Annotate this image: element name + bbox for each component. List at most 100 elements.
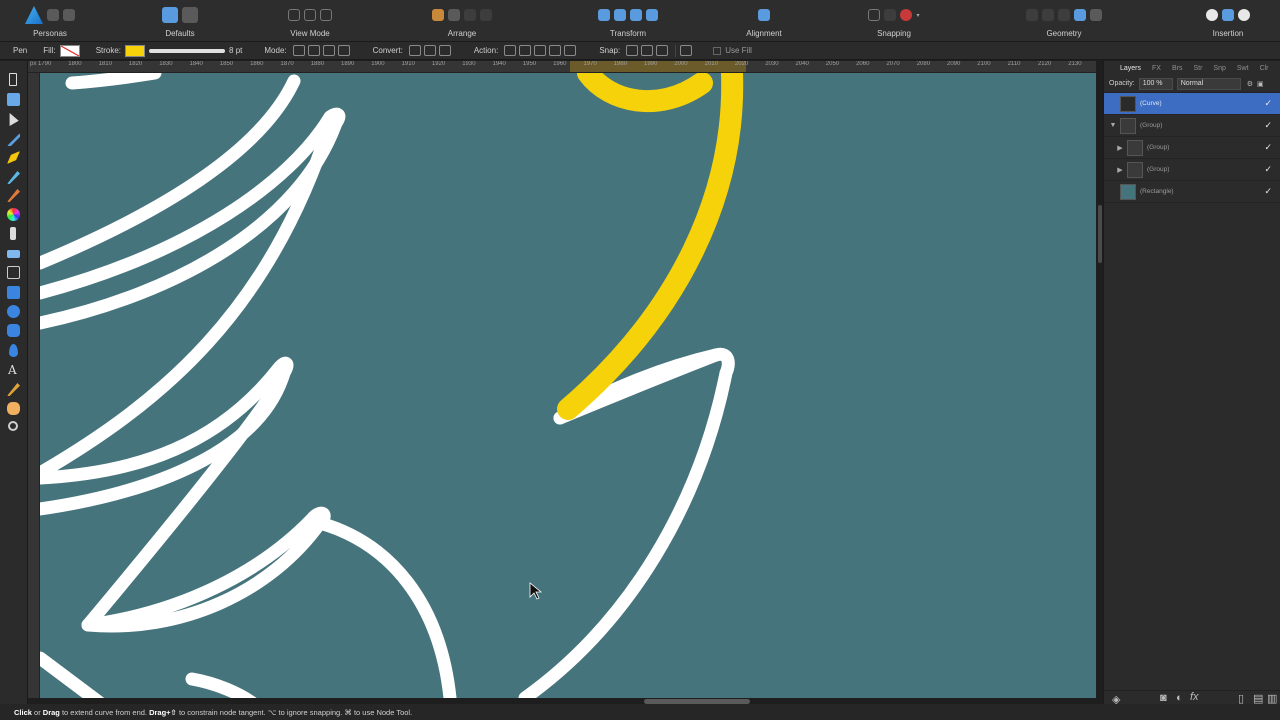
vertical-scrollbar[interactable]: [1098, 205, 1102, 263]
rotate-left-icon[interactable]: [630, 9, 642, 21]
shape-tool-icon[interactable]: [9, 344, 18, 357]
stroke-swatch[interactable]: [125, 44, 146, 57]
pen-mode-icon[interactable]: [292, 45, 305, 56]
transparency-tool-icon[interactable]: [10, 227, 16, 240]
geometry-xor-icon[interactable]: [1074, 9, 1086, 21]
visibility-checkbox[interactable]: ✓: [1264, 186, 1272, 197]
line-mode-icon[interactable]: [337, 45, 350, 56]
white-stroke-leaf-lower[interactable]: [81, 506, 331, 633]
expand-chevron-right-icon[interactable]: ▶: [1116, 166, 1124, 174]
view-mode-wireframe-icon[interactable]: [304, 9, 316, 21]
use-fill-control[interactable]: Use Fill: [713, 46, 752, 55]
synchronize-defaults-icon[interactable]: [162, 7, 178, 23]
tab-color[interactable]: Clr: [1260, 65, 1269, 72]
zoom-tool-icon[interactable]: [8, 421, 18, 431]
fill-tool-icon[interactable]: [7, 208, 20, 221]
snap-bracket-icon[interactable]: [626, 45, 639, 56]
snapping-magnet-icon[interactable]: [900, 9, 913, 21]
tab-swatches[interactable]: Swt: [1237, 65, 1249, 72]
layer-row-subgroup[interactable]: ▶ (Group) ✓: [1104, 159, 1280, 181]
document-canvas[interactable]: [40, 73, 1096, 698]
horizontal-ruler[interactable]: px 1790 1800 1810 1820 1830 1840 1850 1860 1870 1…: [28, 61, 1096, 73]
ellipse-tool-icon[interactable]: [7, 305, 20, 318]
rounded-rectangle-tool-icon[interactable]: [7, 324, 20, 337]
tab-fx[interactable]: FX: [1152, 65, 1161, 72]
crop-tool-icon[interactable]: [7, 266, 20, 279]
white-stroke-top[interactable]: [65, 73, 162, 90]
move-forward-one-icon[interactable]: [464, 9, 476, 21]
tab-layers[interactable]: Layers: [1120, 65, 1141, 72]
snapping-grid-icon[interactable]: [868, 9, 881, 21]
point-transform-tool-icon[interactable]: [7, 133, 20, 146]
action-close-icon[interactable]: [519, 45, 532, 56]
place-image-tool-icon[interactable]: [7, 250, 20, 258]
layer-lock-icon[interactable]: ▣: [1257, 80, 1264, 88]
expand-chevron-right-icon[interactable]: ▶: [1116, 144, 1124, 152]
fx-icon[interactable]: fx: [1190, 691, 1199, 703]
adjustment-icon[interactable]: ◐: [1176, 692, 1183, 704]
blend-mode-select[interactable]: Normal: [1176, 77, 1241, 90]
rectangle-tool-icon[interactable]: [7, 286, 20, 299]
pen-tool-icon[interactable]: [7, 151, 20, 164]
convert-smart-icon[interactable]: [438, 45, 451, 56]
vertical-ruler[interactable]: [28, 73, 40, 698]
stroke-width-value[interactable]: 8 pt: [229, 46, 242, 55]
snap-tangent-icon[interactable]: [656, 45, 669, 56]
color-picker-tool-icon[interactable]: [7, 383, 20, 396]
flip-vertical-icon[interactable]: [614, 9, 626, 21]
geometry-intersect-icon[interactable]: [1058, 9, 1070, 21]
snap-curve-icon[interactable]: [641, 45, 654, 56]
white-stroke-bottom-left-2[interactable]: [185, 672, 257, 698]
artistic-text-tool-icon[interactable]: A: [8, 363, 21, 377]
stroke-width-slider[interactable]: [149, 48, 226, 53]
yellow-curve-top[interactable]: [577, 73, 713, 113]
layer-settings-gear-icon[interactable]: ⚙: [1247, 80, 1253, 88]
move-to-front-icon[interactable]: [480, 9, 492, 21]
white-stroke-leaf-right[interactable]: [518, 347, 735, 698]
move-back-one-icon[interactable]: [448, 9, 460, 21]
tab-stroke[interactable]: Str: [1193, 65, 1202, 72]
artboard-tool-icon[interactable]: [7, 93, 20, 106]
vector-brush-tool-icon[interactable]: [7, 189, 20, 202]
layer-row-subgroup[interactable]: ▶ (Group) ✓: [1104, 137, 1280, 159]
move-tool-icon[interactable]: [9, 73, 17, 86]
layer-row-rectangle[interactable]: (Rectangle) ✓: [1104, 181, 1280, 203]
geometry-add-icon[interactable]: [1026, 9, 1038, 21]
fill-swatch[interactable]: [59, 44, 80, 57]
snap-angle-icon[interactable]: [680, 45, 693, 56]
tab-brushes[interactable]: Brs: [1172, 65, 1183, 72]
action-reverse-icon[interactable]: [564, 45, 577, 56]
expand-chevron-down-icon[interactable]: ▼: [1109, 122, 1117, 129]
designer-persona-icon[interactable]: [25, 6, 43, 24]
node-tool-icon[interactable]: [9, 113, 19, 126]
convert-sharp-icon[interactable]: [408, 45, 421, 56]
geometry-divide-icon[interactable]: [1090, 9, 1102, 21]
visibility-checkbox[interactable]: ✓: [1264, 98, 1272, 109]
visibility-checkbox[interactable]: ✓: [1264, 164, 1272, 175]
export-persona-icon[interactable]: [63, 9, 75, 21]
align-left-icon[interactable]: [758, 9, 770, 21]
layer-row-group[interactable]: ▼ (Group) ✓: [1104, 115, 1280, 137]
layer-row-curve[interactable]: (Curve) ✓: [1104, 93, 1280, 115]
tab-snippets[interactable]: Snp: [1213, 65, 1225, 72]
insert-top-icon[interactable]: [1222, 9, 1234, 21]
view-mode-split-icon[interactable]: [320, 9, 332, 21]
polygon-mode-icon[interactable]: [322, 45, 335, 56]
view-tool-icon[interactable]: [7, 402, 20, 415]
opacity-input[interactable]: 100 %: [1138, 77, 1173, 90]
move-to-back-icon[interactable]: [432, 9, 444, 21]
pixel-persona-icon[interactable]: [47, 9, 59, 21]
action-break-icon[interactable]: [504, 45, 517, 56]
use-fill-checkbox[interactable]: [713, 46, 722, 55]
insert-behind-icon[interactable]: [1206, 9, 1218, 21]
smart-mode-icon[interactable]: [307, 45, 320, 56]
view-mode-normal-icon[interactable]: [288, 9, 300, 21]
rotate-right-icon[interactable]: [646, 9, 658, 21]
action-smooth-icon[interactable]: [534, 45, 547, 56]
snapping-dropdown-chevron-icon[interactable]: ▾: [916, 12, 919, 19]
snapping-guides-icon[interactable]: [884, 9, 897, 21]
pencil-tool-icon[interactable]: [7, 171, 20, 184]
revert-defaults-icon[interactable]: [182, 7, 198, 23]
add-mask-icon[interactable]: ◙: [1160, 692, 1167, 704]
convert-smooth-icon[interactable]: [423, 45, 436, 56]
